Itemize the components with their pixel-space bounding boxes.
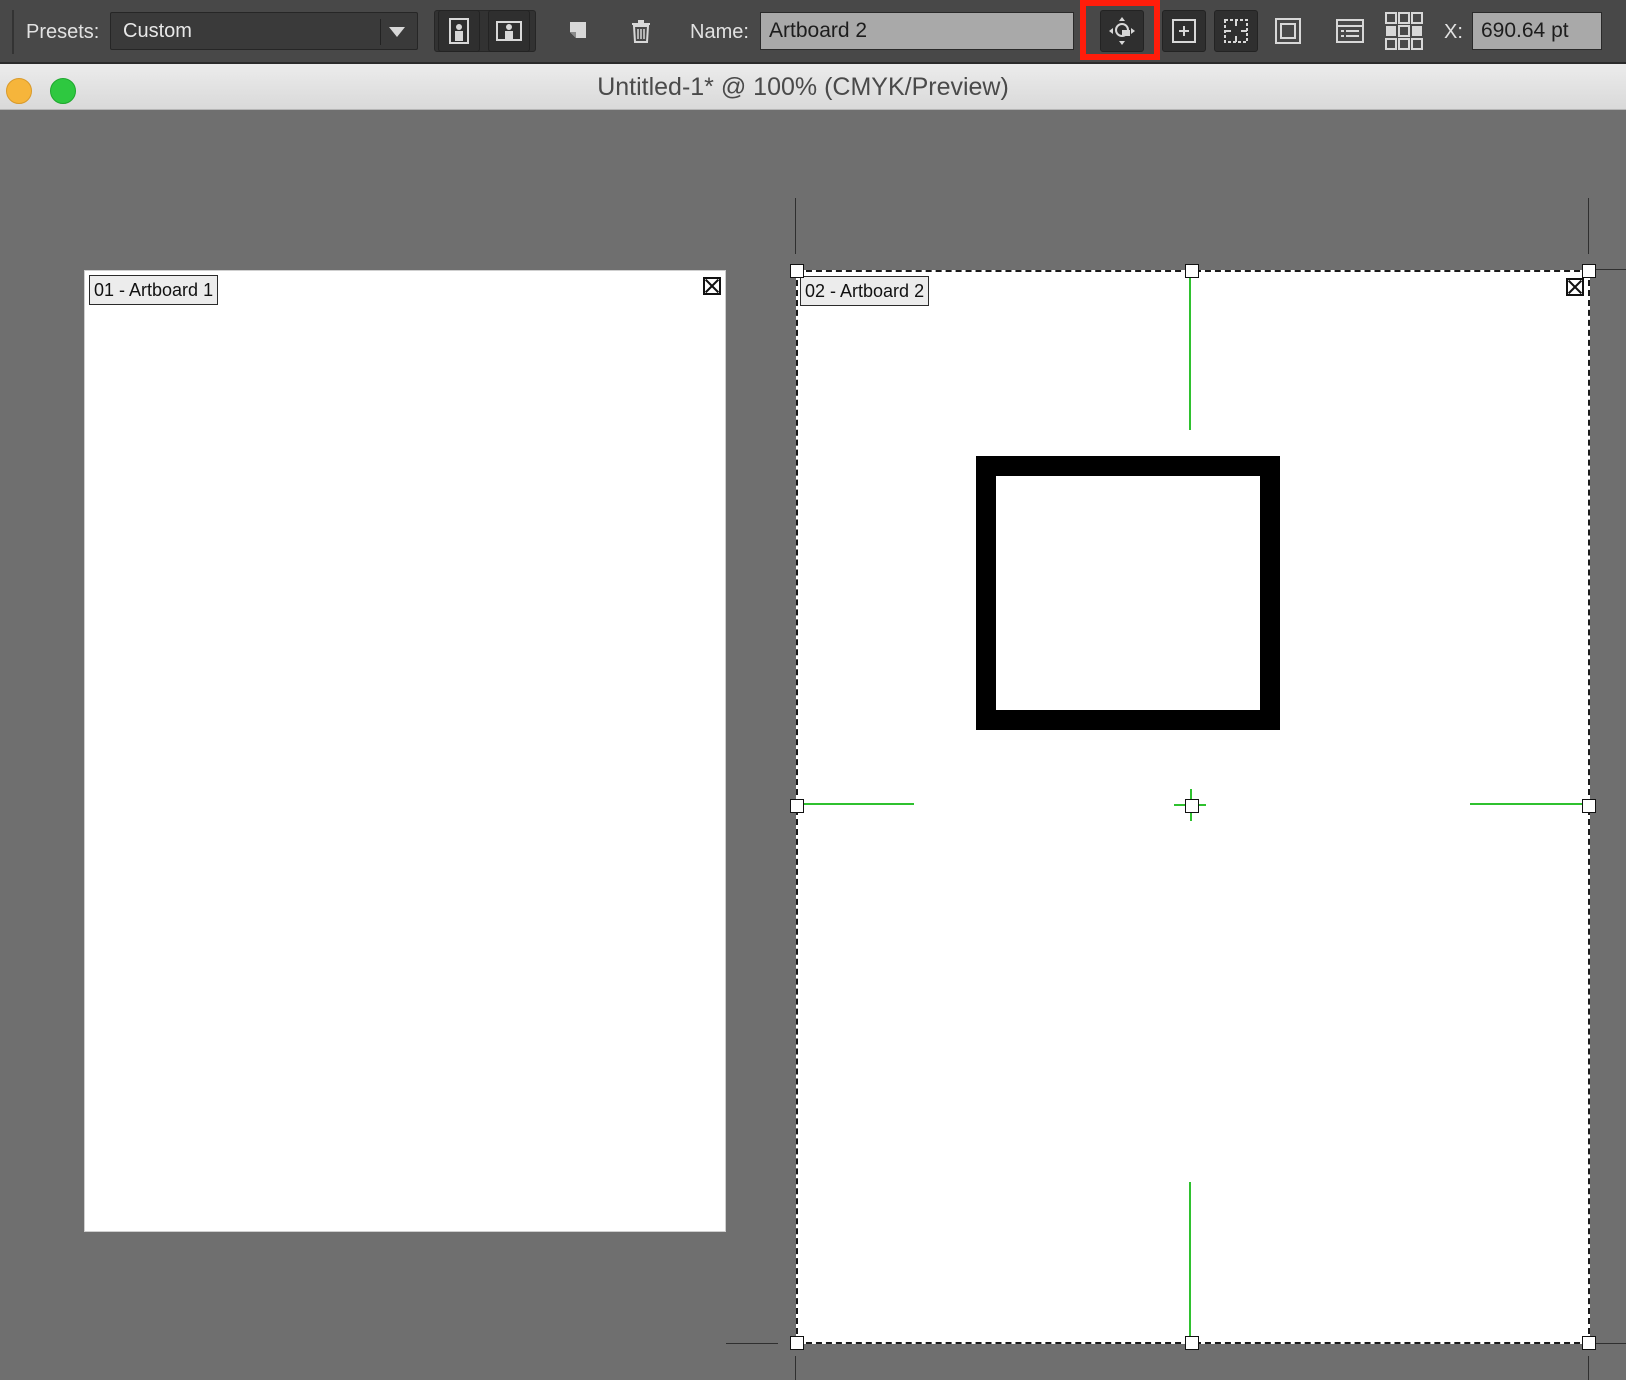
artboard-options-button[interactable] [1328, 10, 1372, 52]
show-center-mark-icon [1172, 19, 1196, 43]
rearrange-artboards-icon [1385, 12, 1423, 50]
show-video-safe-areas-icon [1275, 18, 1301, 44]
artboard-2-label: 02 - Artboard 2 [800, 276, 930, 306]
video-safe-button[interactable] [1266, 10, 1310, 52]
resize-handle-bottom-right[interactable] [1582, 1336, 1596, 1350]
resize-handle-bottom-left[interactable] [790, 1336, 804, 1350]
center-mark-button[interactable] [1162, 10, 1206, 52]
crop-mark [726, 1343, 778, 1344]
x-label: X: [1444, 21, 1463, 43]
presets-value: Custom [123, 20, 192, 42]
cross-hair-guide-top [1189, 278, 1191, 430]
presets-label: Presets: [26, 21, 100, 43]
artboard-options-icon [1336, 19, 1364, 43]
new-artboard-icon [570, 22, 586, 38]
resize-handle-right[interactable] [1582, 799, 1596, 813]
crop-mark [1596, 269, 1626, 270]
document-title: Untitled-1* @ 100% (CMYK/Preview) [597, 73, 1009, 101]
resize-handle-bottom[interactable] [1185, 1336, 1199, 1350]
trash-icon [632, 20, 650, 43]
portrait-orientation-icon [449, 18, 469, 44]
crop-mark [795, 1356, 796, 1380]
crop-mark [1588, 1356, 1589, 1380]
resize-handle-top[interactable] [1185, 264, 1199, 278]
resize-handle-top-left[interactable] [790, 264, 804, 278]
close-icon[interactable] [703, 277, 721, 295]
crop-mark [795, 198, 796, 254]
landscape-button[interactable] [488, 10, 530, 52]
x-position-field[interactable] [1472, 12, 1602, 50]
show-cross-hairs-icon [1224, 19, 1248, 43]
dropdown-divider [380, 19, 381, 45]
cross-hair-guide-right [1470, 803, 1586, 805]
artboard-center-handle[interactable] [1185, 799, 1199, 813]
name-label: Name: [690, 21, 749, 43]
document-title-bar: Untitled-1* @ 100% (CMYK/Preview) [0, 64, 1626, 110]
control-bar-grip[interactable] [12, 10, 14, 54]
rectangle-artwork[interactable] [976, 456, 1280, 730]
close-icon[interactable] [1566, 278, 1584, 296]
rearrange-button[interactable] [1382, 10, 1426, 52]
chevron-down-icon[interactable] [389, 27, 405, 37]
presets-dropdown[interactable]: Custom [110, 12, 418, 50]
resize-handle-left[interactable] [790, 799, 804, 813]
cross-hairs-button[interactable] [1214, 10, 1258, 52]
cross-hair-guide-bottom [1189, 1182, 1191, 1342]
crop-mark [1596, 1343, 1626, 1344]
artboard-name-field[interactable] [760, 12, 1074, 50]
delete-artboard-button[interactable] [620, 10, 662, 52]
highlight-box [1080, 0, 1160, 60]
artboard-1-label: 01 - Artboard 1 [89, 275, 219, 305]
new-artboard-button[interactable] [556, 10, 598, 52]
crop-mark [1588, 198, 1589, 254]
artboard-control-bar: Presets: Custom Name: Artboard 2 X: 690.… [0, 0, 1626, 64]
landscape-orientation-icon [496, 21, 522, 41]
artboard-1[interactable]: 01 - Artboard 1 [84, 270, 726, 1232]
resize-handle-top-right[interactable] [1582, 264, 1596, 278]
cross-hair-guide-left [804, 803, 914, 805]
portrait-button[interactable] [438, 10, 480, 52]
